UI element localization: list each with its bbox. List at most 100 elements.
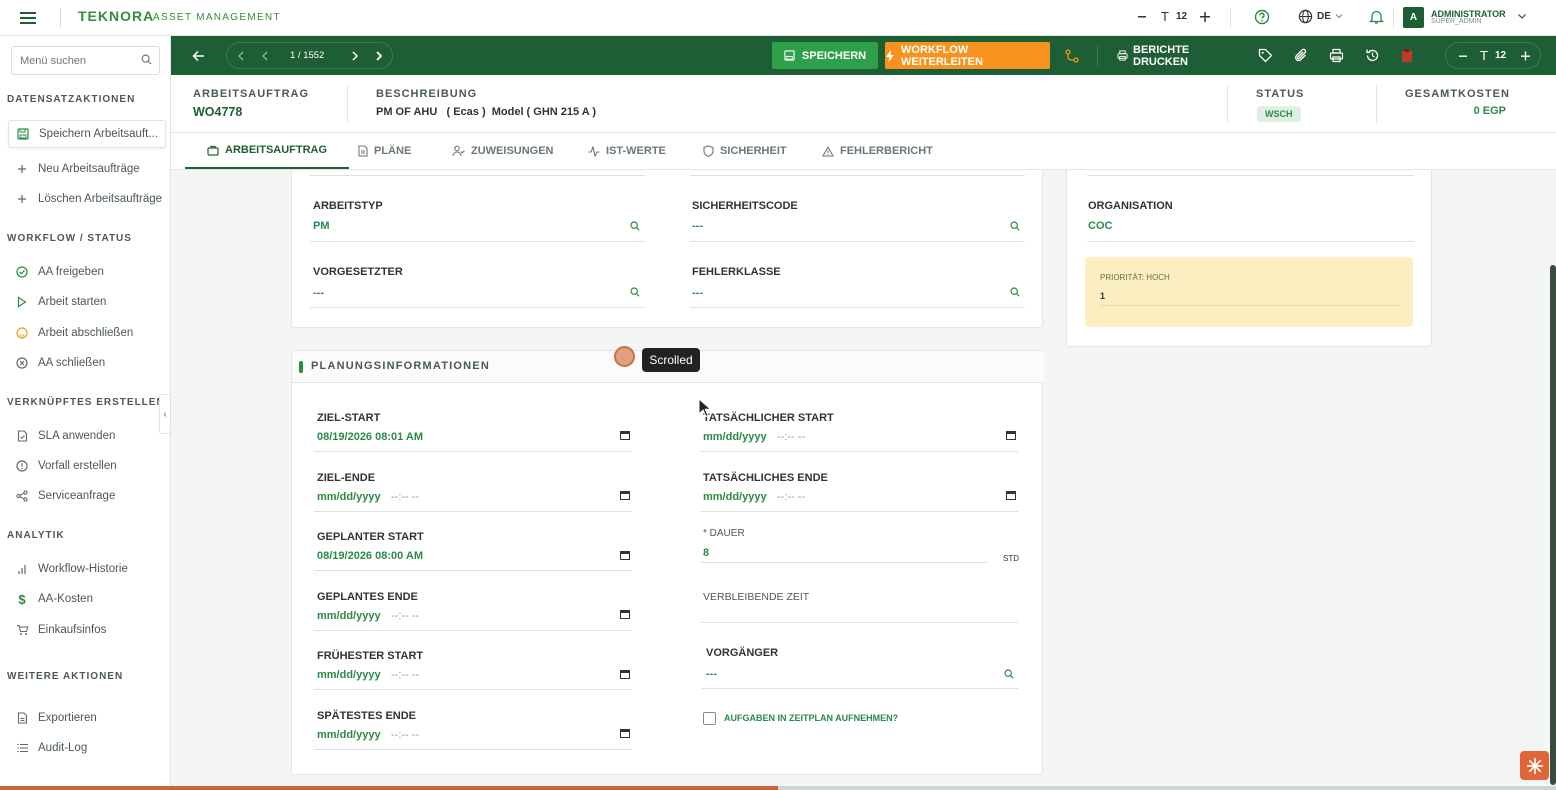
print-icon[interactable] (1329, 42, 1344, 69)
sidebar-item-history[interactable]: Workflow-Historie (8, 555, 166, 583)
sidebar-item-costs[interactable]: $ AA-Kosten (8, 585, 166, 613)
calendar-icon[interactable] (620, 430, 630, 440)
time-placeholder: --:-- -- (777, 431, 806, 443)
next-record-icon[interactable] (351, 51, 359, 61)
actual-start-field[interactable]: mm/dd/yyyy (703, 431, 767, 443)
scroll-tooltip: Scrolled (642, 348, 700, 372)
font-increase-icon[interactable] (1199, 10, 1211, 24)
calendar-icon[interactable] (1006, 430, 1016, 440)
section-more: WEITERE AKTIONEN (7, 671, 124, 682)
save-button[interactable]: SPEICHERN (772, 42, 878, 69)
search-icon[interactable] (630, 287, 640, 297)
planned-start-field[interactable]: 08/19/2026 08:00 AM (317, 550, 423, 562)
history-icon[interactable] (1365, 42, 1380, 69)
notification-bell-icon[interactable] (1369, 9, 1384, 25)
avatar[interactable]: A (1403, 7, 1424, 28)
actual-end-field[interactable]: mm/dd/yyyy (703, 491, 767, 503)
calendar-icon[interactable] (620, 550, 630, 560)
schedule-tasks-checkbox[interactable] (703, 712, 716, 725)
calendar-icon[interactable] (620, 490, 630, 500)
calendar-icon[interactable] (1006, 490, 1016, 500)
print-reports-button[interactable]: BERICHTE DRUCKEN (1117, 42, 1237, 69)
search-icon[interactable] (1004, 669, 1014, 679)
target-start-field[interactable]: 08/19/2026 08:01 AM (317, 431, 423, 443)
calendar-icon[interactable] (620, 728, 630, 738)
sidebar-item-save[interactable]: Speichern Arbeitsauft... (8, 120, 166, 148)
tab-error-report[interactable]: FEHLERBERICHT (822, 133, 933, 169)
prev-record-icon[interactable] (261, 51, 269, 61)
earliest-start-field[interactable]: mm/dd/yyyy (317, 669, 381, 681)
sidebar-item-sla[interactable]: SLA anwenden (8, 422, 166, 450)
sidebar-item-delete[interactable]: Löschen Arbeitsaufträge (8, 185, 166, 213)
header-divider (1227, 85, 1228, 123)
search-icon[interactable] (141, 54, 152, 65)
logo-divider (60, 8, 61, 28)
target-end-label: ZIEL-ENDE (317, 472, 376, 484)
header-divider (1393, 8, 1394, 28)
worktype-label: ARBEITSTYP (313, 200, 383, 212)
sidebar-item-incident[interactable]: Vorfall erstellen (8, 452, 166, 480)
supervisor-field[interactable]: --- (313, 287, 324, 299)
calendar-icon[interactable] (620, 609, 630, 619)
worktype-field[interactable]: PM (313, 220, 330, 232)
field-underline (690, 307, 1025, 308)
record-pager: 1 / 1552 (226, 42, 393, 69)
search-icon[interactable] (630, 221, 640, 231)
priority-box: PRIORITÄT: HOCH 1 (1085, 257, 1413, 327)
language-selector[interactable]: DE (1317, 11, 1331, 22)
calendar-icon[interactable] (620, 669, 630, 679)
tab-plans[interactable]: PLÄNE (358, 133, 411, 169)
search-icon[interactable] (1010, 287, 1020, 297)
tab-workorder[interactable]: ARBEITSAUFTRAG (185, 133, 350, 169)
tab-safety[interactable]: SICHERHEIT (703, 133, 787, 169)
sidebar-item-purchasing[interactable]: Einkaufsinfos (8, 616, 166, 644)
error-class-field[interactable]: --- (692, 287, 703, 299)
sidebar-item-new[interactable]: Neu Arbeitsaufträge (8, 155, 166, 183)
sidebar-item-audit[interactable]: Audit-Log (8, 734, 166, 762)
workorder-number: WO4778 (193, 105, 243, 119)
safety-code-field[interactable]: --- (692, 220, 703, 232)
sidebar-item-export[interactable]: Exportieren (8, 704, 166, 732)
field-underline (700, 622, 1018, 623)
workflow-graph-icon[interactable] (1065, 42, 1079, 69)
target-end-field[interactable]: mm/dd/yyyy (317, 491, 381, 503)
search-icon[interactable] (1010, 221, 1020, 231)
sidebar-item-close[interactable]: AA schließen (8, 349, 166, 377)
tag-icon[interactable] (1258, 42, 1273, 69)
duration-field[interactable]: 8 (703, 547, 709, 559)
tab-label: PLÄNE (374, 145, 412, 157)
field-underline (690, 241, 1025, 242)
predecessor-field[interactable]: --- (706, 668, 717, 680)
clipboard-icon[interactable] (1401, 42, 1413, 69)
sidebar-item-complete[interactable]: Arbeit abschließen (8, 319, 166, 347)
main-content: ARBEITSTYP PM SICHERHEITSCODE --- VORGES… (171, 170, 1556, 790)
organization-field[interactable]: COC (1088, 220, 1112, 232)
back-arrow-icon[interactable] (192, 42, 205, 69)
user-menu-chevron-icon[interactable] (1517, 12, 1527, 20)
general-info-card: ARBEITSTYP PM SICHERHEITSCODE --- VORGES… (291, 170, 1043, 328)
globe-icon[interactable] (1298, 9, 1313, 24)
workflow-forward-button[interactable]: WORKFLOW WEITERLEITEN (885, 42, 1050, 69)
sidebar-item-service[interactable]: Serviceanfrage (8, 482, 166, 510)
field-underline (1087, 241, 1414, 242)
page-scrollbar[interactable] (1550, 265, 1556, 785)
duration-unit: STD (1003, 554, 1019, 563)
sidebar-item-start[interactable]: Arbeit starten (8, 288, 166, 316)
latest-end-field[interactable]: mm/dd/yyyy (317, 729, 381, 741)
tab-actuals[interactable]: IST-WERTE (588, 133, 666, 169)
sidebar-collapse-button[interactable]: ‹ (159, 394, 171, 434)
hamburger-menu-icon[interactable] (20, 10, 36, 26)
tab-assignments[interactable]: ZUWEISUNGEN (452, 133, 554, 169)
menu-search-input[interactable] (11, 46, 160, 75)
first-record-icon[interactable] (237, 51, 245, 61)
target-start-label: ZIEL-START (317, 412, 381, 424)
help-icon[interactable] (1254, 9, 1270, 25)
zoom-out-icon[interactable] (1458, 50, 1468, 62)
zoom-in-icon[interactable] (1520, 50, 1531, 62)
font-decrease-icon[interactable] (1137, 10, 1147, 24)
paperclip-icon[interactable] (1294, 42, 1308, 69)
assistant-button[interactable] (1520, 751, 1549, 780)
last-record-icon[interactable] (375, 51, 383, 61)
planned-end-field[interactable]: mm/dd/yyyy (317, 610, 381, 622)
sidebar-item-release[interactable]: AA freigeben (8, 258, 166, 286)
